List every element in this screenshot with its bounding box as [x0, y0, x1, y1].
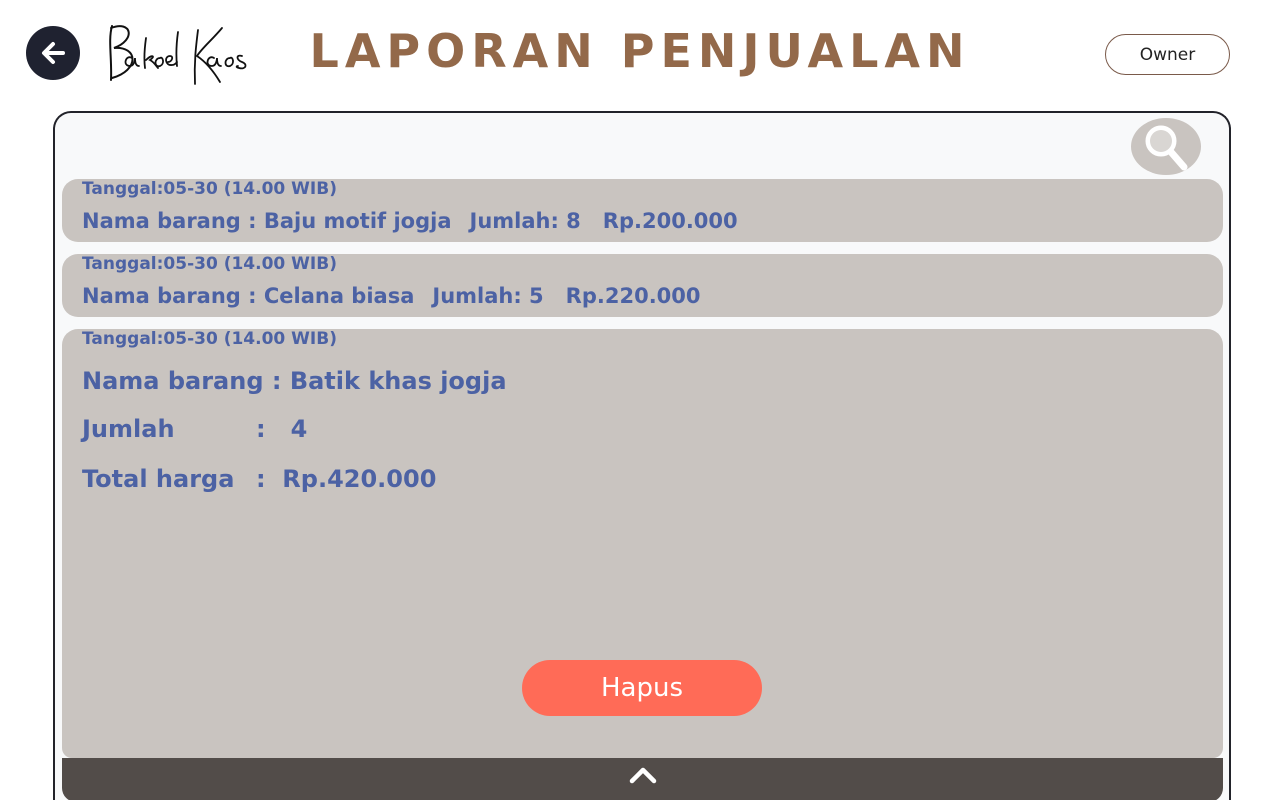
search-icon — [1145, 125, 1188, 170]
item-name: Nama barang : Celana biasa — [82, 284, 415, 308]
item-price: Rp.200.000 — [602, 209, 738, 233]
item-price: Rp.220.000 — [565, 284, 701, 308]
report-item[interactable]: Tanggal:05-30 (14.00 WIB) Nama barang : … — [62, 254, 1223, 317]
collapse-bar[interactable] — [62, 758, 1223, 800]
chevron-up-icon — [629, 767, 656, 784]
page-title: LAPORAN PENJUALAN — [309, 24, 971, 78]
owner-button[interactable]: Owner — [1105, 34, 1230, 75]
total-value: : Rp.420.000 — [256, 465, 437, 493]
report-date: Tanggal:05-30 (14.00 WIB) — [82, 254, 337, 274]
item-name: Nama barang : Batik khas jogja — [82, 367, 507, 395]
total-row: Total harga : Rp.420.000 — [82, 465, 436, 493]
item-quantity: Jumlah: 8 — [469, 209, 581, 233]
delete-button[interactable]: Hapus — [522, 660, 762, 716]
search-button[interactable] — [1131, 118, 1201, 175]
quantity-label: Jumlah — [82, 415, 175, 443]
total-label: Total harga — [82, 465, 235, 493]
report-summary: Nama barang : Celana biasa Jumlah: 5 Rp.22… — [82, 284, 701, 308]
report-summary: Nama barang : Baju motif jogja Jumlah: 8 R… — [82, 209, 738, 233]
quantity-row: Jumlah : 4 — [82, 415, 307, 443]
quantity-value: : 4 — [256, 415, 308, 443]
report-date: Tanggal:05-30 (14.00 WIB) — [82, 179, 337, 199]
report-date: Tanggal:05-30 (14.00 WIB) — [82, 329, 337, 349]
report-panel: Tanggal:05-30 (14.00 WIB) Nama barang : … — [53, 111, 1231, 800]
item-quantity: Jumlah: 5 — [432, 284, 544, 308]
report-item-expanded: Tanggal:05-30 (14.00 WIB) Nama barang : … — [62, 329, 1223, 758]
report-item[interactable]: Tanggal:05-30 (14.00 WIB) Nama barang : … — [62, 179, 1223, 242]
item-name: Nama barang : Baju motif jogja — [82, 209, 452, 233]
